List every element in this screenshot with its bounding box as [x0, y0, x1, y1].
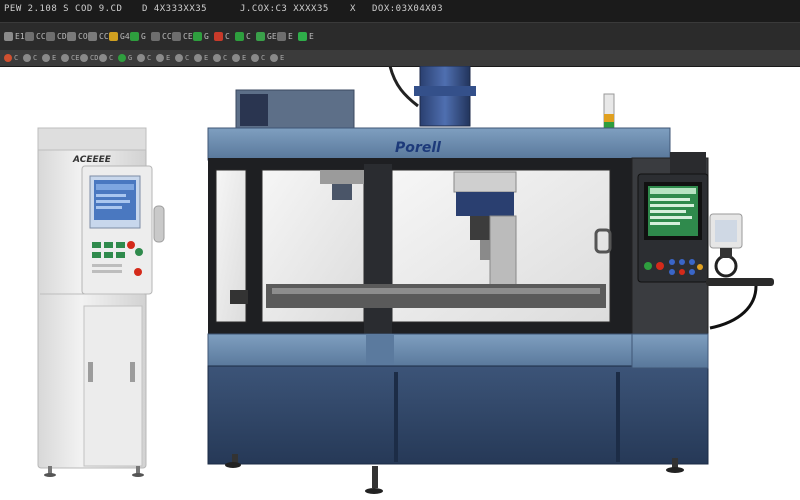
ribbon-button-label: E	[242, 54, 247, 62]
toolbar-button-icon	[151, 31, 160, 41]
machining-center: Porell	[207, 65, 709, 494]
toolbar-button-icon	[25, 31, 34, 41]
ribbon-button-label: C	[147, 54, 152, 62]
ribbon-button[interactable]: C	[23, 53, 37, 63]
ribbon-button-icon	[251, 54, 259, 62]
toolbar-button-icon	[235, 31, 244, 41]
toolbar-button[interactable]: G4	[109, 29, 130, 43]
toolbar-button-label: E	[288, 31, 293, 41]
ribbon-button-icon	[175, 54, 183, 62]
ribbon-button-icon	[232, 54, 240, 62]
toolbar-button-label: E1	[15, 31, 25, 41]
ribbon-button-icon	[99, 54, 107, 62]
ribbon-button-icon	[42, 54, 50, 62]
toolbar-button-icon	[4, 31, 13, 41]
toolbar-button-icon	[130, 31, 139, 41]
toolbar-button-icon	[193, 31, 202, 41]
toolbar-button-icon	[298, 31, 307, 41]
ribbon-button[interactable]: E	[156, 53, 170, 63]
toolbar: E1 CCE CD3 COE CCE G4 G CC CE G C C GE E E	[0, 22, 800, 51]
ribbon-button-icon	[61, 54, 69, 62]
toolbar-button-icon	[214, 31, 223, 41]
ribbon-button[interactable]: E	[270, 53, 284, 63]
toolbar-button-icon	[109, 31, 118, 41]
cnc-machine-illustration: ACEEEE Porell	[37, 65, 774, 494]
ribbon-button-icon	[80, 54, 88, 62]
ribbon-button-label: CD	[90, 54, 99, 62]
toolbar-button[interactable]: E	[298, 29, 314, 43]
toolbar-button-icon	[88, 31, 97, 41]
ribbon-button[interactable]: CD	[80, 53, 98, 63]
ribbon-button-icon	[270, 54, 278, 62]
toolbar-button-label: G	[141, 31, 146, 41]
viewport-canvas[interactable]: ACEEEE Porell	[0, 65, 800, 496]
ribbon-button[interactable]: C	[99, 53, 113, 63]
toolbar-button-label: CE	[183, 31, 193, 41]
ribbon-button-icon	[213, 54, 221, 62]
toolbar-button-label: G4	[120, 31, 130, 41]
title-segment: X	[350, 4, 356, 14]
title-segment: DOX:03X04X03	[372, 4, 444, 14]
toolbar-button[interactable]: E1	[4, 29, 25, 43]
toolbar-button-icon	[172, 31, 181, 41]
toolbar-button-label: GE	[267, 31, 277, 41]
ribbon-button-icon	[23, 54, 31, 62]
toolbar-button-label: CC	[162, 31, 172, 41]
ribbon-button-label: C	[109, 54, 114, 62]
ribbon-button[interactable]: E	[194, 53, 208, 63]
ribbon-button-label: C	[185, 54, 190, 62]
cabinet-brand-label: ACEEEE	[72, 155, 112, 165]
ribbon-bar: C C E CE CD C G C E C E C E C E	[0, 50, 800, 67]
ribbon-button-icon	[194, 54, 202, 62]
ribbon-button-icon	[4, 54, 12, 62]
ribbon-button-icon	[118, 54, 126, 62]
toolbar-button[interactable]: CC	[151, 29, 172, 43]
title-bar: PEW 2.108 S COD 9.CD D 4X333XX35 J.COX:C…	[0, 0, 800, 22]
ribbon-button-label: C	[33, 54, 38, 62]
ribbon-button[interactable]: CE	[61, 53, 79, 63]
toolbar-button-icon	[256, 31, 265, 41]
toolbar-button-label: C	[225, 31, 230, 41]
ribbon-button-label: G	[128, 54, 133, 62]
toolbar-button-label: G	[204, 31, 209, 41]
ribbon-button[interactable]: C	[213, 53, 227, 63]
toolbar-button[interactable]: G	[130, 29, 146, 43]
ribbon-button-label: E	[204, 54, 209, 62]
title-segment: J.COX:C3 XXXX35	[240, 4, 329, 14]
control-cabinet: ACEEEE	[37, 127, 165, 477]
toolbar-button[interactable]: GE	[256, 29, 277, 43]
toolbar-button[interactable]: CE	[172, 29, 193, 43]
ribbon-button-icon	[156, 54, 164, 62]
ribbon-button-label: C	[261, 54, 266, 62]
toolbar-button-icon	[277, 31, 286, 41]
toolbar-button-icon	[46, 31, 55, 41]
title-segment: PEW 2.108 S COD 9.CD	[4, 4, 123, 14]
toolbar-button[interactable]: G	[193, 29, 209, 43]
toolbar-button[interactable]: C	[214, 29, 230, 43]
ribbon-button[interactable]: E	[232, 53, 246, 63]
ribbon-button[interactable]: C	[4, 53, 18, 63]
toolbar-button[interactable]: C	[235, 29, 251, 43]
toolbar-button-label: E	[309, 31, 314, 41]
toolbar-button-icon	[67, 31, 76, 41]
ribbon-button-label: E	[166, 54, 171, 62]
ribbon-button-label: CE	[71, 54, 80, 62]
ribbon-button[interactable]: C	[137, 53, 151, 63]
ribbon-button[interactable]: G	[118, 53, 132, 63]
ribbon-button-label: E	[52, 54, 57, 62]
ribbon-button-label: C	[223, 54, 228, 62]
ribbon-button[interactable]: C	[175, 53, 189, 63]
ribbon-button-icon	[137, 54, 145, 62]
cabinet-handle	[153, 205, 165, 243]
ribbon-button[interactable]: C	[251, 53, 265, 63]
ribbon-button-label: C	[14, 54, 19, 62]
title-segment: D 4X333XX35	[142, 4, 208, 14]
ribbon-button-label: E	[280, 54, 285, 62]
toolbar-button[interactable]: E	[277, 29, 293, 43]
machine-brand-label: Porell	[395, 140, 441, 156]
ribbon-button[interactable]: E	[42, 53, 56, 63]
toolbar-button-label: C	[246, 31, 251, 41]
